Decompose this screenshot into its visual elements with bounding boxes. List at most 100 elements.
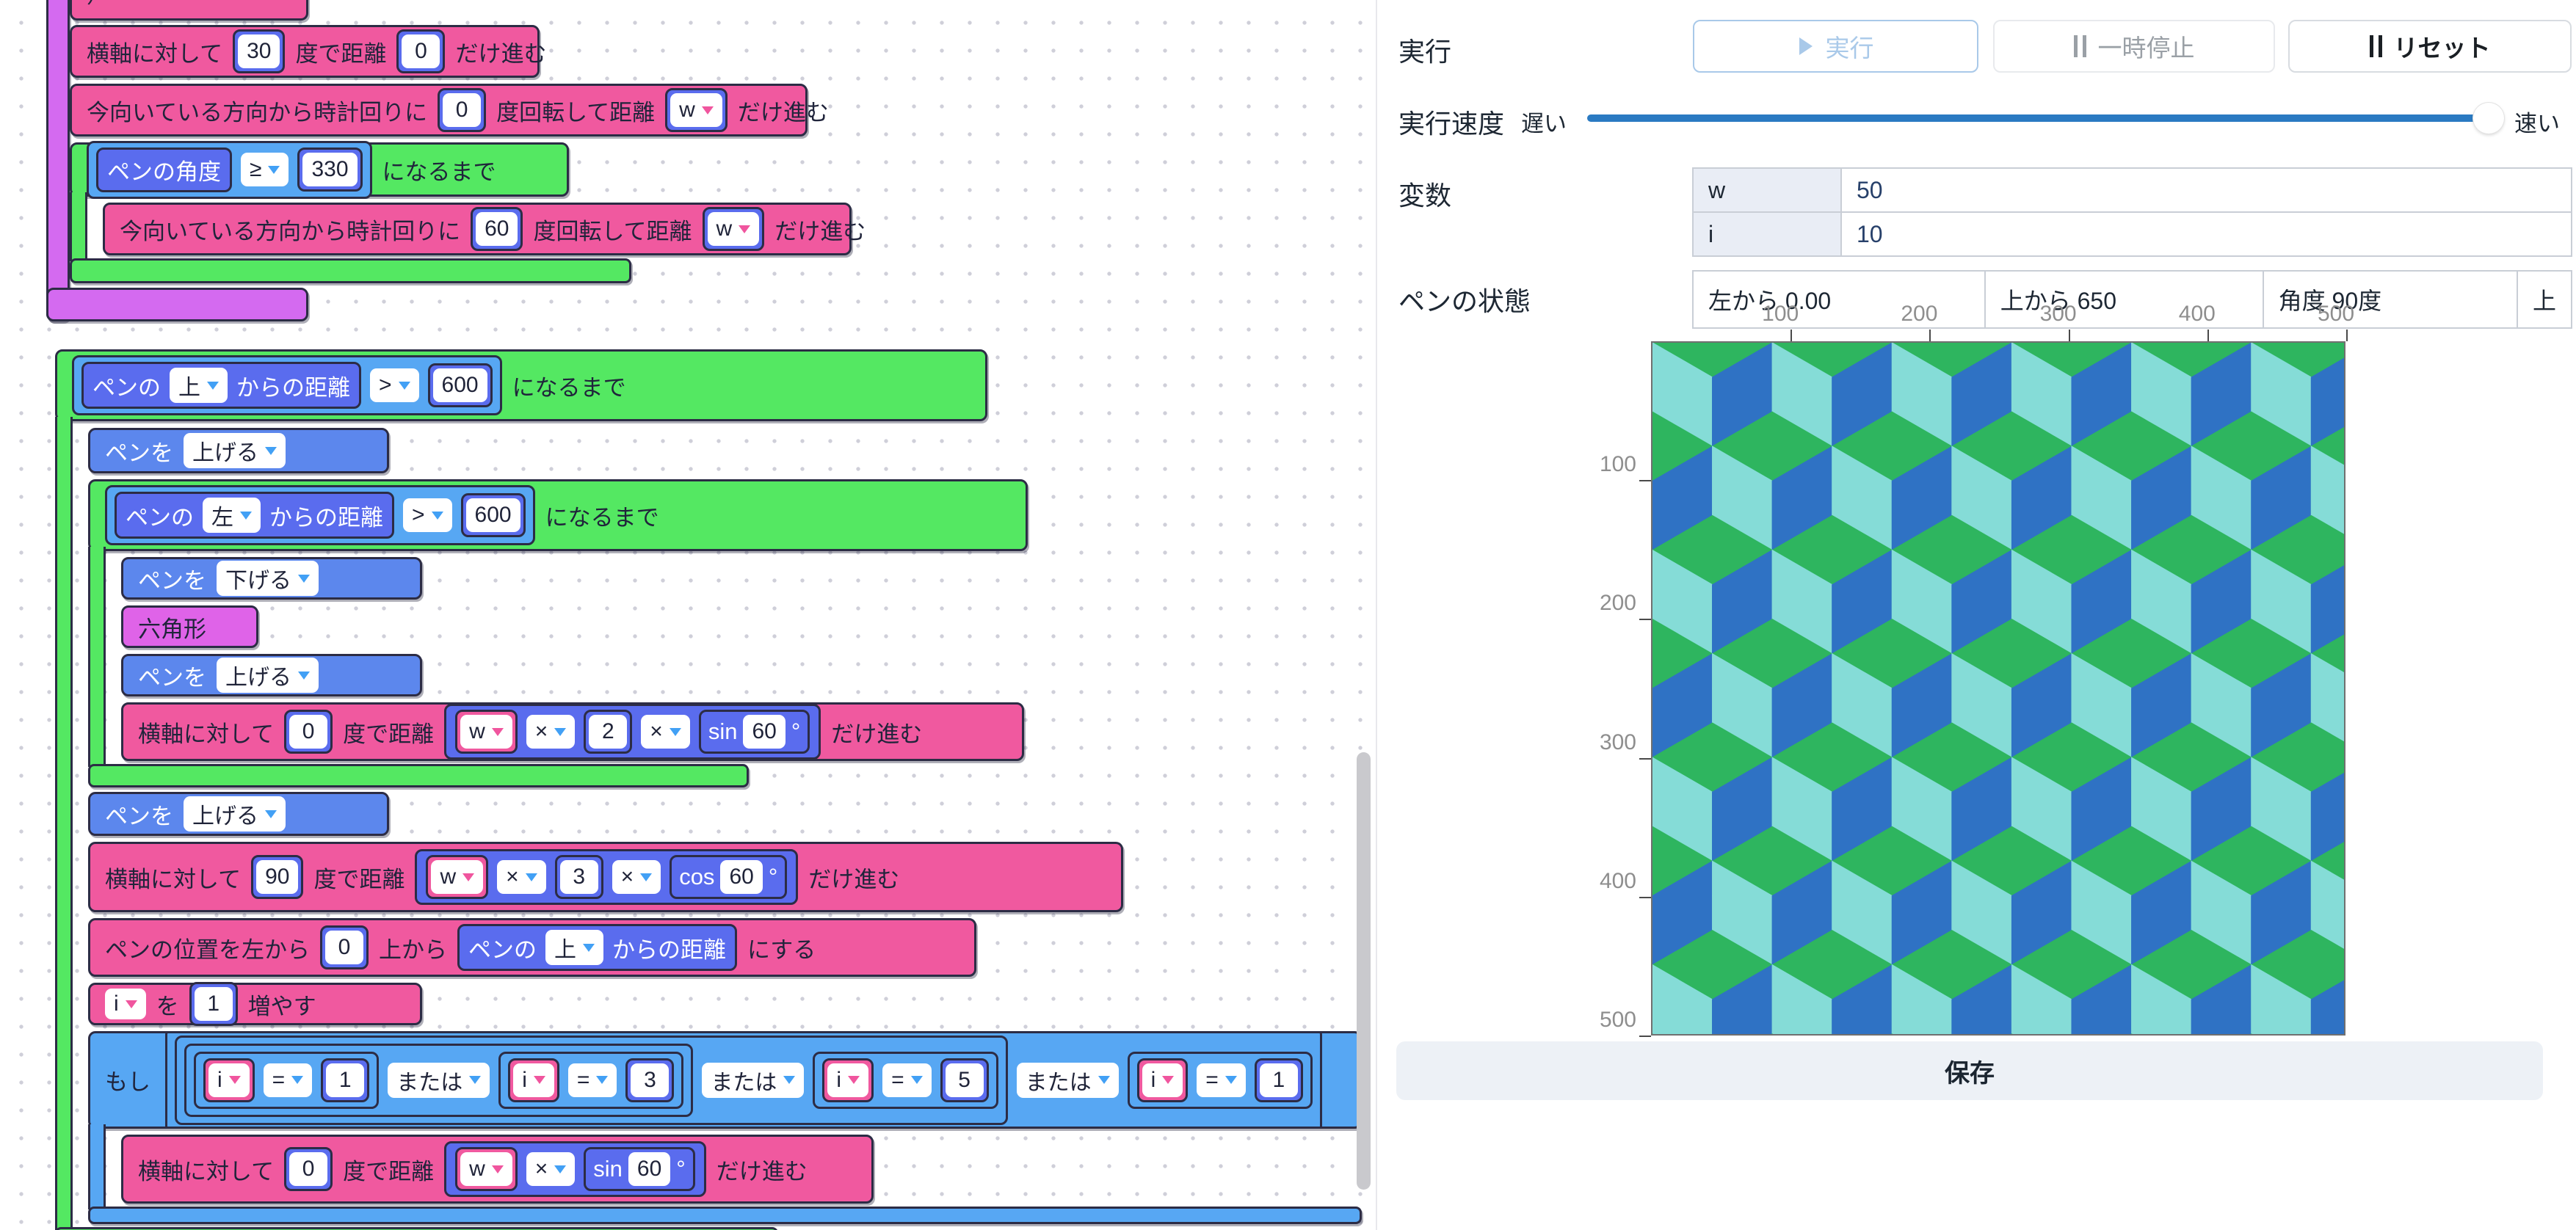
expression-block[interactable]: w × sin 60 °	[444, 1141, 706, 1197]
or-block-level3[interactable]: i = 1 または i = 3 または i = 5	[165, 1031, 1322, 1129]
block-repeat-until-angle[interactable]: ペンの角度 ≥ 330 になるまで	[70, 142, 569, 197]
value-socket[interactable]: 600	[461, 493, 526, 537]
pen-angle-block[interactable]: ペンの角度	[96, 148, 232, 192]
trig-block[interactable]: sin 60 °	[584, 1147, 694, 1191]
pen-dropdown[interactable]: 上げる	[217, 658, 319, 693]
angle-socket[interactable]: 90	[251, 855, 303, 899]
op-dropdown[interactable]: =	[568, 1063, 617, 1097]
dir-dropdown[interactable]: 上	[545, 930, 603, 965]
block-workspace[interactable]: ） 横軸に対して 30 度で距離 0 だけ進む 今向いている方向から時計回りに …	[0, 0, 1376, 1230]
block-inner-loop-bottom-bar[interactable]	[88, 764, 749, 787]
value-input[interactable]: 330	[302, 153, 357, 186]
var-dropdown[interactable]: i	[105, 989, 146, 1019]
var-socket[interactable]: i	[822, 1058, 874, 1102]
expression-block[interactable]: w × 2 × sin 60 °	[444, 704, 821, 760]
block-pen-up[interactable]: ペンを 上げる	[88, 428, 389, 473]
block-hexagon-call[interactable]: 六角形	[121, 605, 258, 648]
workspace-scrollbar[interactable]	[1357, 752, 1371, 1190]
or-block-level2[interactable]: i = 1 または i = 3 または i = 5	[175, 1036, 1008, 1125]
value-socket[interactable]: 5	[940, 1058, 989, 1102]
block-repeat-bottom-bar[interactable]	[70, 258, 631, 283]
block-repeat-until-top600[interactable]: ペンの 上 からの距離 > 600 になるまで	[55, 349, 987, 421]
op-dropdown[interactable]: =	[264, 1063, 313, 1097]
block-if-left-bar[interactable]	[88, 1124, 106, 1209]
var-socket[interactable]: w	[426, 855, 488, 899]
amount-socket[interactable]: 1	[189, 982, 238, 1026]
compare-block[interactable]: i = 5	[813, 1052, 998, 1109]
var-dropdown[interactable]: i	[827, 1063, 868, 1097]
block-pen-up[interactable]: ペンを 上げる	[88, 792, 389, 836]
dir-dropdown[interactable]: 上	[170, 368, 228, 403]
trig-input[interactable]: 60	[743, 715, 785, 749]
compare-block[interactable]: i = 3	[498, 1052, 683, 1109]
var-dropdown[interactable]: i	[513, 1063, 554, 1097]
var-dropdown[interactable]: w	[708, 212, 760, 246]
value-socket[interactable]: 600	[428, 363, 493, 407]
angle-input[interactable]: 0	[289, 715, 327, 749]
var-dropdown[interactable]: i	[1142, 1063, 1183, 1097]
op-dropdown[interactable]: >	[370, 368, 419, 402]
num-input[interactable]: 2	[589, 715, 627, 749]
pen-dropdown[interactable]: 上げる	[184, 433, 286, 468]
op-dropdown[interactable]: =	[1197, 1063, 1246, 1097]
block-purple-wrapper-left[interactable]	[46, 0, 70, 321]
var-socket[interactable]: i	[1137, 1058, 1189, 1102]
speed-slider-track[interactable]	[1587, 114, 2487, 122]
var-socket[interactable]: w	[455, 710, 518, 754]
op-dropdown[interactable]: ×	[526, 1152, 576, 1186]
block-if-bottom-bar[interactable]	[88, 1207, 1362, 1224]
pen-distance-block[interactable]: ペンの 上 からの距離	[81, 362, 361, 409]
block-outer-loop-bottom-bar[interactable]	[55, 1227, 778, 1230]
compare-block[interactable]: i = 1	[1128, 1052, 1313, 1109]
angle-socket[interactable]: 0	[284, 1147, 333, 1191]
block-repeat-until-left600[interactable]: ペンの 左 からの距離 > 600 になるまで	[88, 479, 1028, 551]
op-dropdown[interactable]: ≥	[241, 153, 289, 186]
rot-input[interactable]: 0	[443, 93, 481, 127]
run-button[interactable]: 実行	[1693, 20, 1978, 73]
block-pen-down[interactable]: ペンを 下げる	[121, 557, 422, 600]
pen-distance-block[interactable]: ペンの 上 からの距離	[457, 924, 737, 971]
value-input[interactable]: 600	[466, 498, 520, 532]
block-move-axis-expr-sin[interactable]: 横軸に対して 0 度で距離 w × 2 × sin 60 ° だけ進む	[121, 702, 1024, 761]
angle-input[interactable]: 30	[238, 34, 280, 68]
op-dropdown[interactable]: >	[403, 498, 452, 532]
value-input[interactable]: 5	[946, 1063, 984, 1097]
pause-button[interactable]: 一時停止	[1993, 20, 2275, 73]
value-socket[interactable]: 3	[625, 1058, 674, 1102]
op-dropdown[interactable]: ×	[641, 715, 690, 749]
var-dropdown[interactable]: w	[431, 860, 483, 894]
block-outer-loop-left-bar[interactable]	[55, 417, 73, 1230]
var-socket[interactable]: w	[703, 207, 765, 251]
block-move-axis-expr-cos[interactable]: 横軸に対して 90 度で距離 w × 3 × cos 60 ° だけ進む	[88, 842, 1123, 912]
expression-block[interactable]: w × 3 × cos 60 °	[415, 849, 798, 905]
value-input[interactable]: 3	[631, 1063, 669, 1097]
condition-box[interactable]: ペンの角度 ≥ 330	[87, 141, 372, 199]
pen-dropdown[interactable]: 下げる	[217, 561, 319, 596]
x-input[interactable]: 0	[325, 931, 363, 964]
block-purple-wrapper-bottom[interactable]	[46, 288, 308, 321]
value-input[interactable]: 600	[433, 368, 487, 402]
value-socket[interactable]: 1	[1255, 1058, 1303, 1102]
block-if[interactable]: もし i = 1 または i = 3 または	[88, 1031, 1362, 1129]
trig-block[interactable]: cos 60 °	[670, 855, 787, 899]
amount-input[interactable]: 1	[195, 987, 233, 1021]
var-dropdown[interactable]: w	[460, 1152, 512, 1186]
block-move-axis-30[interactable]: 横軸に対して 30 度で距離 0 だけ進む	[70, 25, 540, 78]
op-dropdown[interactable]: ×	[497, 860, 546, 894]
var-dropdown[interactable]: w	[670, 93, 722, 127]
value-socket[interactable]: 1	[321, 1058, 369, 1102]
condition-box[interactable]: ペンの 左 からの距離 > 600	[105, 485, 535, 545]
block-rotate-0[interactable]: 今向いている方向から時計回りに 0 度回転して距離 w だけ進む	[70, 84, 808, 137]
x-socket[interactable]: 0	[320, 925, 369, 969]
trig-input[interactable]: 60	[628, 1152, 670, 1186]
var-socket[interactable]: w	[665, 88, 728, 132]
save-button[interactable]: 保存	[1396, 1041, 2543, 1100]
block-rotate-60[interactable]: 今向いている方向から時計回りに 60 度回転して距離 w だけ進む	[103, 203, 852, 255]
angle-input[interactable]: 90	[256, 860, 298, 894]
value-input[interactable]: 1	[1260, 1063, 1298, 1097]
angle-input[interactable]: 0	[289, 1152, 327, 1186]
block-inner-loop-left-bar[interactable]	[88, 547, 106, 767]
num-socket[interactable]: 3	[555, 855, 603, 899]
block-pen-up[interactable]: ペンを 上げる	[121, 654, 422, 696]
op-dropdown[interactable]: ×	[612, 860, 661, 894]
